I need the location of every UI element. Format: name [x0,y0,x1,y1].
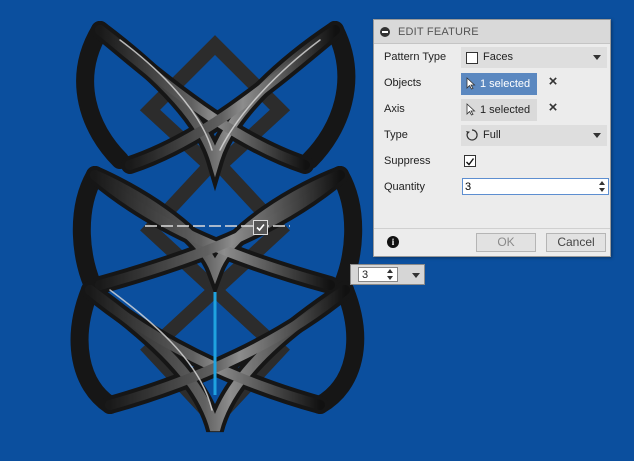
rotate-full-icon [466,129,478,141]
pattern-type-label: Pattern Type [384,51,447,63]
axis-selection-button[interactable]: 1 selected [461,99,537,121]
floating-quantity-spinner[interactable] [385,268,395,281]
chevron-down-icon [593,133,601,138]
dialog-header: EDIT FEATURE [374,20,610,44]
cancel-button[interactable]: Cancel [546,233,606,252]
objects-selection-button[interactable]: 1 selected [461,73,537,95]
check-icon [466,158,475,166]
chevron-down-icon [593,55,601,60]
axis-label: Axis [384,103,405,115]
row-objects: Objects 1 selected × [374,72,610,96]
cursor-icon [466,77,476,90]
row-axis: Axis 1 selected × [374,98,610,122]
floating-quantity-input[interactable]: 3 [358,267,398,282]
clear-objects-close-icon[interactable]: × [546,74,560,89]
spin-down-icon[interactable] [599,188,605,192]
type-select[interactable]: Full [461,125,607,146]
row-pattern-type: Pattern Type Faces [374,46,610,70]
row-quantity: Quantity [374,177,610,201]
clear-axis-close-icon[interactable]: × [546,100,560,115]
quantity-input[interactable] [465,179,593,194]
row-type: Type Full [374,124,610,148]
quantity-spinner[interactable] [597,179,607,194]
objects-value: 1 selected [480,78,531,90]
chevron-down-icon[interactable] [412,273,420,278]
dialog-footer: i OK Cancel [374,228,610,257]
collapse-icon[interactable] [380,26,390,37]
spin-up-icon[interactable] [599,181,605,185]
type-label: Type [384,129,408,141]
ok-button[interactable]: OK [476,233,536,252]
type-value: Full [483,129,501,141]
faces-checkbox-icon [466,52,478,64]
objects-label: Objects [384,77,422,89]
suppress-label: Suppress [384,155,431,167]
quantity-input-box[interactable] [462,178,609,195]
dialog-title: EDIT FEATURE [398,25,479,38]
pattern-type-select[interactable]: Faces [461,47,607,68]
spin-down-icon[interactable] [387,276,393,280]
info-icon[interactable]: i [387,236,399,248]
quantity-label: Quantity [384,181,425,193]
edit-feature-dialog: EDIT FEATURE Pattern Type Faces Objects … [373,19,611,257]
axis-value: 1 selected [480,104,531,116]
manipulator-checkbox-icon[interactable] [253,220,268,235]
pattern-type-value: Faces [483,51,513,63]
floating-quantity-value: 3 [362,269,369,281]
suppress-checkbox[interactable] [464,155,476,167]
cursor-icon [466,103,476,116]
row-suppress: Suppress [374,150,610,174]
spin-up-icon[interactable] [387,269,393,273]
floating-quantity-widget[interactable]: 3 [350,264,425,285]
